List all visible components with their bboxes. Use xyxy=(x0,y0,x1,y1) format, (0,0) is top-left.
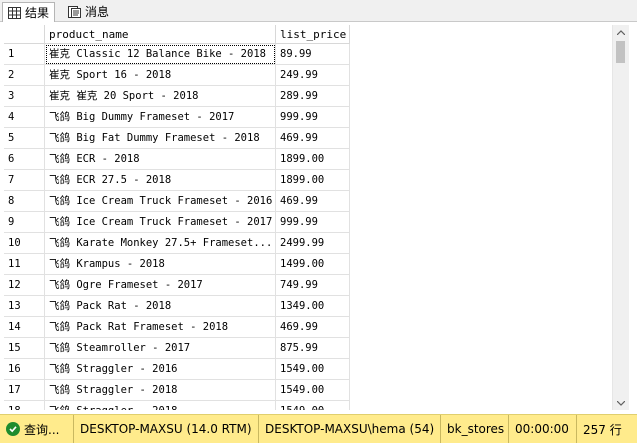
scroll-up-arrow-icon[interactable] xyxy=(613,25,629,39)
cell-product-name[interactable]: 崔克 Sport 16 - 2018 xyxy=(45,65,276,86)
cell-product-name[interactable]: 飞鸽 Steamroller - 2017 xyxy=(45,338,276,359)
cell-list-price[interactable]: 249.99 xyxy=(276,65,350,86)
cell-product-name[interactable]: 飞鸽 Straggler - 2018 xyxy=(45,380,276,401)
table-row[interactable]: 6 飞鸽 ECR - 2018 1899.00 xyxy=(4,149,350,170)
table-row[interactable]: 12 飞鸽 Ogre Frameset - 2017 749.99 xyxy=(4,275,350,296)
cell-list-price[interactable]: 469.99 xyxy=(276,128,350,149)
tab-messages[interactable]: 消息 xyxy=(63,2,114,21)
messages-icon xyxy=(68,5,81,18)
table-row[interactable]: 3 崔克 崔克 20 Sport - 2018 289.99 xyxy=(4,86,350,107)
table-row[interactable]: 18飞鸽 Straggler - 20181549.00 xyxy=(4,401,350,410)
row-number[interactable]: 15 xyxy=(4,338,45,359)
table-row[interactable]: 1 崔克 Classic 12 Balance Bike - 2018 89.99 xyxy=(4,44,350,65)
cell-product-name[interactable]: 飞鸽 Ogre Frameset - 2017 xyxy=(45,275,276,296)
cell-list-price[interactable]: 2499.99 xyxy=(276,233,350,254)
cell-list-price[interactable]: 1899.00 xyxy=(276,170,350,191)
row-number[interactable]: 2 xyxy=(4,65,45,86)
cell-list-price[interactable]: 289.99 xyxy=(276,86,350,107)
cell-list-price[interactable]: 1549.00 xyxy=(276,401,350,410)
table-row[interactable]: 7 飞鸽 ECR 27.5 - 2018 1899.00 xyxy=(4,170,350,191)
cell-list-price[interactable]: 469.99 xyxy=(276,317,350,338)
cell-product-name[interactable]: 飞鸽 Big Dummy Frameset - 2017 xyxy=(45,107,276,128)
grid-icon xyxy=(8,6,21,19)
cell-list-price[interactable]: 89.99 xyxy=(276,44,350,65)
cell-product-name[interactable]: 飞鸽 ECR 27.5 - 2018 xyxy=(45,170,276,191)
cell-list-price[interactable]: 999.99 xyxy=(276,212,350,233)
row-number[interactable]: 6 xyxy=(4,149,45,170)
status-elapsed-time: 00:00:00 xyxy=(509,415,577,443)
row-number[interactable]: 14 xyxy=(4,317,45,338)
table-row[interactable]: 11 飞鸽 Krampus - 2018 1499.00 xyxy=(4,254,350,275)
cell-product-name[interactable]: 崔克 崔克 20 Sport - 2018 xyxy=(45,86,276,107)
status-database: bk_stores xyxy=(441,415,509,443)
scrollbar-thumb[interactable] xyxy=(616,41,625,63)
cell-list-price[interactable]: 469.99 xyxy=(276,191,350,212)
results-tab-bar: 结果 消息 xyxy=(0,0,637,22)
table-row[interactable]: 9 飞鸽 Ice Cream Truck Frameset - 2017 999.9… xyxy=(4,212,350,233)
row-number-header xyxy=(4,25,45,44)
row-number[interactable]: 5 xyxy=(4,128,45,149)
row-number[interactable]: 13 xyxy=(4,296,45,317)
scroll-down-arrow-icon[interactable] xyxy=(613,396,629,410)
cell-product-name[interactable]: 飞鸽 Karate Monkey 27.5+ Frameset... xyxy=(45,233,276,254)
cell-list-price[interactable]: 749.99 xyxy=(276,275,350,296)
cell-list-price[interactable]: 875.99 xyxy=(276,338,350,359)
row-number[interactable]: 10 xyxy=(4,233,45,254)
row-number[interactable]: 11 xyxy=(4,254,45,275)
row-number[interactable]: 3 xyxy=(4,86,45,107)
status-bar: 查询... DESKTOP-MAXSU (14.0 RTM) DESKTOP-M… xyxy=(0,414,637,443)
cell-list-price[interactable]: 1899.00 xyxy=(276,149,350,170)
cell-list-price[interactable]: 1349.00 xyxy=(276,296,350,317)
row-number[interactable]: 12 xyxy=(4,275,45,296)
table-row[interactable]: 2 崔克 Sport 16 - 2018 249.99 xyxy=(4,65,350,86)
row-number[interactable]: 17 xyxy=(4,380,45,401)
cell-product-name[interactable]: 飞鸽 Pack Rat - 2018 xyxy=(45,296,276,317)
table-row[interactable]: 17 飞鸽 Straggler - 2018 1549.00 xyxy=(4,380,350,401)
table-row[interactable]: 10 飞鸽 Karate Monkey 27.5+ Frameset... 2499… xyxy=(4,233,350,254)
cell-product-name[interactable]: 飞鸽 Ice Cream Truck Frameset - 2016 xyxy=(45,191,276,212)
status-server: DESKTOP-MAXSU (14.0 RTM) xyxy=(74,415,259,443)
check-circle-icon xyxy=(6,422,20,436)
status-user: DESKTOP-MAXSU\hema (54) xyxy=(259,415,441,443)
results-grid[interactable]: product_name list_price 1 崔克 Classic 12 B… xyxy=(4,25,612,410)
table-row[interactable]: 13 飞鸽 Pack Rat - 2018 1349.00 xyxy=(4,296,350,317)
vertical-scrollbar[interactable] xyxy=(612,25,629,410)
cell-product-name[interactable]: 飞鸽 Big Fat Dummy Frameset - 2018 xyxy=(45,128,276,149)
row-number[interactable]: 8 xyxy=(4,191,45,212)
cell-list-price[interactable]: 1549.00 xyxy=(276,380,350,401)
tab-results-label: 结果 xyxy=(25,6,50,20)
row-number[interactable]: 18 xyxy=(4,401,45,410)
row-number[interactable]: 9 xyxy=(4,212,45,233)
cell-product-name[interactable]: 飞鸽 Krampus - 2018 xyxy=(45,254,276,275)
table-row[interactable]: 8 飞鸽 Ice Cream Truck Frameset - 2016 469.9… xyxy=(4,191,350,212)
status-row-count: 257 行 xyxy=(583,422,622,437)
cell-list-price[interactable]: 999.99 xyxy=(276,107,350,128)
status-query-state: 查询... xyxy=(0,415,74,443)
row-number[interactable]: 4 xyxy=(4,107,45,128)
cell-list-price[interactable]: 1549.00 xyxy=(276,359,350,380)
table-row[interactable]: 14 飞鸽 Pack Rat Frameset - 2018 469.99 xyxy=(4,317,350,338)
table-row[interactable]: 15 飞鸽 Steamroller - 2017 875.99 xyxy=(4,338,350,359)
row-number[interactable]: 1 xyxy=(4,44,45,65)
column-header-product-name[interactable]: product_name xyxy=(45,25,276,44)
cell-product-name[interactable]: 飞鸽 Pack Rat Frameset - 2018 xyxy=(45,317,276,338)
table-row[interactable]: 16 飞鸽 Straggler - 2016 1549.00 xyxy=(4,359,350,380)
column-header-list-price[interactable]: list_price xyxy=(276,25,350,44)
cell-product-name[interactable]: 飞鸽 Ice Cream Truck Frameset - 2017 xyxy=(45,212,276,233)
table-row[interactable]: 5 飞鸽 Big Fat Dummy Frameset - 2018 469.99 xyxy=(4,128,350,149)
row-number[interactable]: 7 xyxy=(4,170,45,191)
cell-product-name[interactable]: 崔克 Classic 12 Balance Bike - 2018 xyxy=(45,44,276,65)
tab-results[interactable]: 结果 xyxy=(2,2,56,22)
table-row[interactable]: 4 飞鸽 Big Dummy Frameset - 2017 999.99 xyxy=(4,107,350,128)
row-number[interactable]: 16 xyxy=(4,359,45,380)
cell-list-price[interactable]: 1499.00 xyxy=(276,254,350,275)
status-state-label: 查询... xyxy=(24,422,60,437)
cell-product-name[interactable]: 飞鸽 ECR - 2018 xyxy=(45,149,276,170)
cell-product-name[interactable]: 飞鸽 Straggler - 2016 xyxy=(45,359,276,380)
cell-product-name[interactable]: 飞鸽 Straggler - 2018 xyxy=(45,401,276,410)
tab-messages-label: 消息 xyxy=(85,5,110,19)
